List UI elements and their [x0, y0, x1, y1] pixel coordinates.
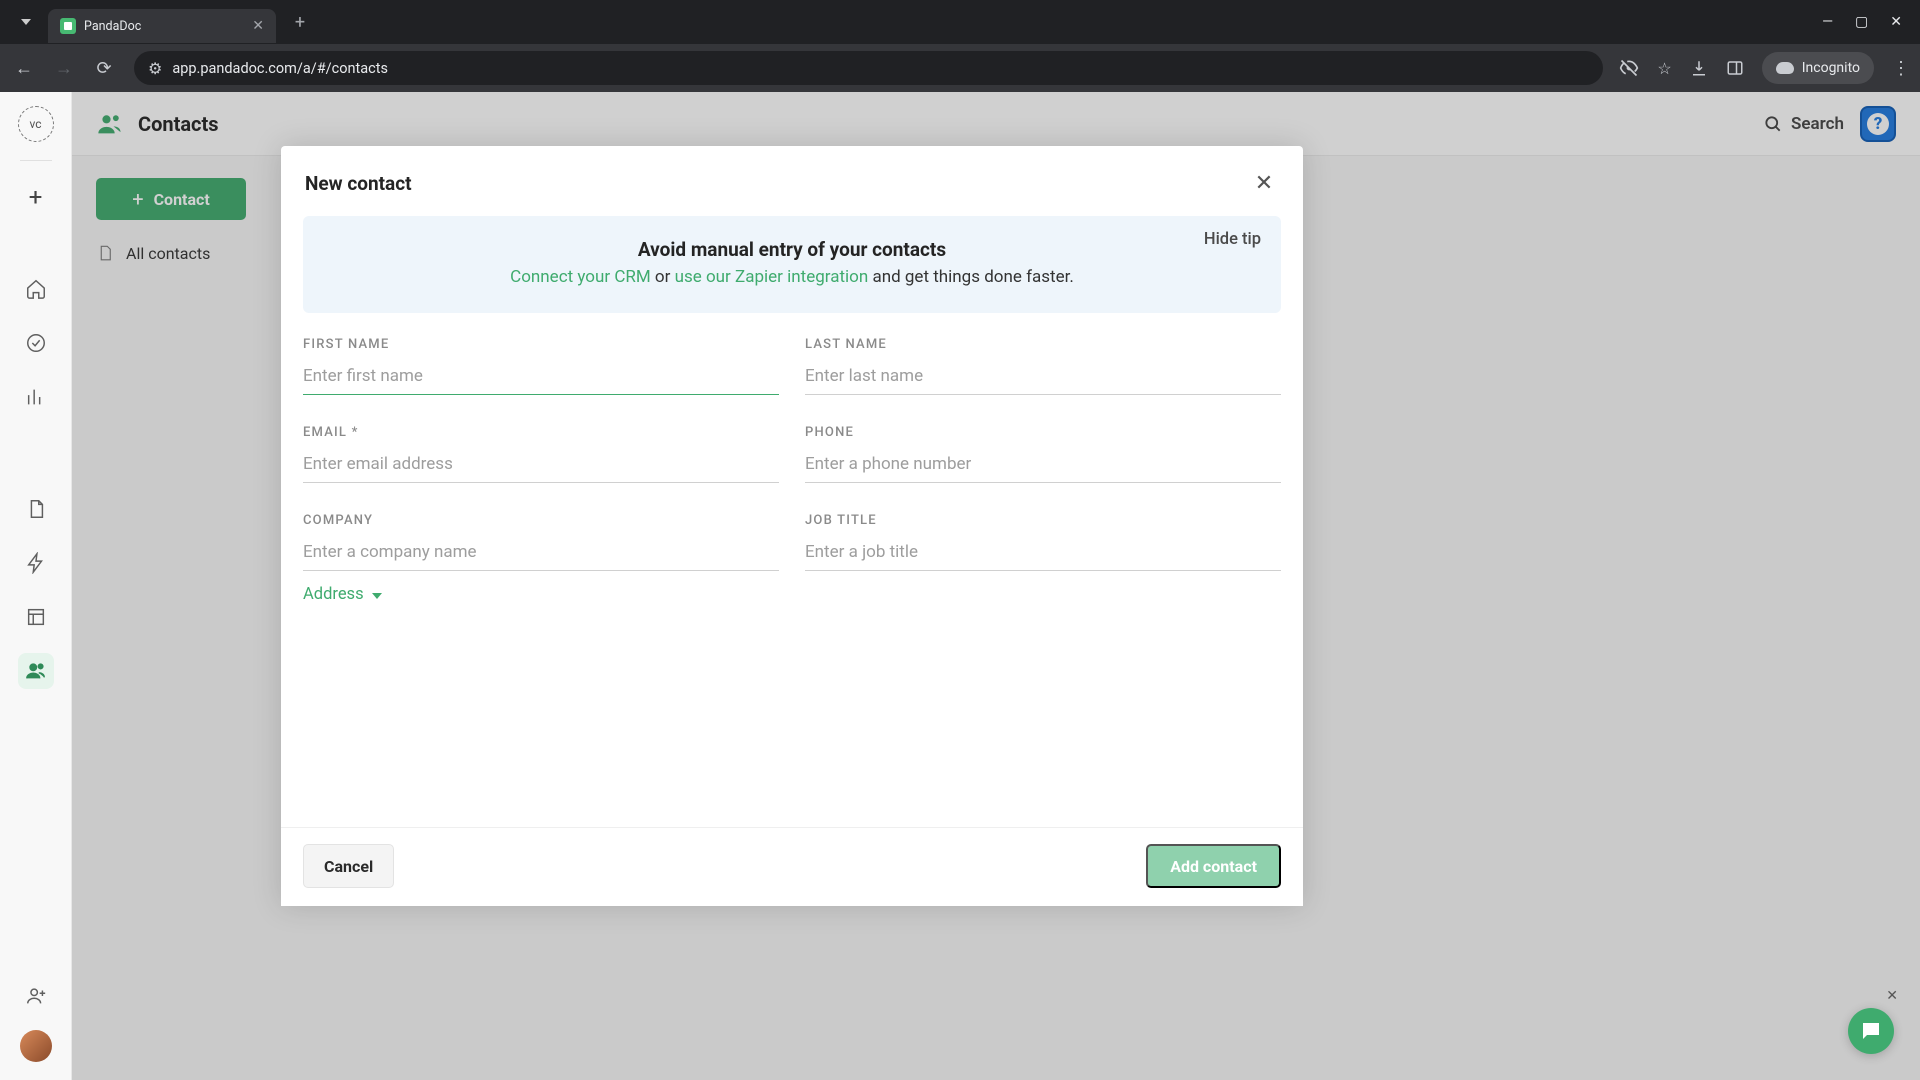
job-title-label: JOB TITLE — [805, 513, 1281, 528]
bookmark-star-icon[interactable]: ☆ — [1657, 59, 1671, 78]
hide-tip-button[interactable]: Hide tip — [1204, 230, 1261, 249]
first-name-input[interactable] — [303, 360, 779, 395]
zapier-link[interactable]: use our Zapier integration — [675, 267, 869, 287]
url-text: app.pandadoc.com/a/#/contacts — [172, 60, 388, 77]
chat-icon — [1859, 1019, 1883, 1043]
new-tab-button[interactable]: + — [286, 8, 314, 36]
incognito-chip[interactable]: Incognito — [1762, 52, 1874, 84]
job-title-field: JOB TITLE — [805, 513, 1281, 571]
side-panel-icon[interactable] — [1726, 59, 1744, 77]
app-sidebar: vc + — [0, 92, 72, 1080]
email-input[interactable] — [303, 448, 779, 483]
incognito-icon — [1776, 62, 1794, 74]
email-field: EMAIL * — [303, 425, 779, 483]
tab-title: PandaDoc — [84, 19, 244, 34]
address-bar[interactable]: ⚙ app.pandadoc.com/a/#/contacts — [134, 51, 1603, 85]
invite-team-icon[interactable] — [18, 978, 54, 1014]
incognito-label: Incognito — [1802, 60, 1860, 76]
chat-close-icon[interactable]: ✕ — [1886, 988, 1898, 1004]
tip-text-mid: or — [651, 267, 675, 287]
browser-menu-icon[interactable]: ⋮ — [1892, 58, 1910, 79]
contacts-icon[interactable] — [18, 653, 54, 689]
minimize-icon[interactable]: — — [1822, 14, 1833, 30]
tab-search-dropdown[interactable] — [4, 0, 48, 44]
modal-title: New contact — [305, 172, 412, 195]
browser-toolbar: ← → ⟳ ⚙ app.pandadoc.com/a/#/contacts ☆ … — [0, 44, 1920, 92]
company-field: COMPANY — [303, 513, 779, 571]
forward-button[interactable]: → — [50, 54, 78, 82]
address-expand-toggle[interactable]: Address — [281, 581, 1303, 604]
first-name-label: FIRST NAME — [303, 337, 779, 352]
sidebar-separator — [20, 160, 52, 161]
back-button[interactable]: ← — [10, 54, 38, 82]
eye-off-icon[interactable] — [1619, 58, 1639, 78]
close-tab-icon[interactable]: ✕ — [252, 18, 264, 34]
company-label: COMPANY — [303, 513, 779, 528]
window-controls: — ▢ ✕ — [1822, 14, 1920, 30]
phone-input[interactable] — [805, 448, 1281, 483]
automations-icon[interactable] — [18, 545, 54, 581]
tip-banner: Hide tip Avoid manual entry of your cont… — [303, 216, 1281, 313]
user-avatar[interactable] — [20, 1030, 52, 1062]
job-title-input[interactable] — [805, 536, 1281, 571]
main-content: Contacts Search ? + Contact All contacts… — [72, 92, 1920, 1080]
tip-text-tail: and get things done faster. — [868, 267, 1074, 287]
modal-header: New contact ✕ — [281, 146, 1303, 210]
email-label: EMAIL * — [303, 425, 779, 440]
close-window-icon[interactable]: ✕ — [1890, 14, 1902, 30]
templates-icon[interactable] — [18, 599, 54, 635]
site-settings-icon[interactable]: ⚙ — [148, 59, 162, 78]
app-root: vc + — [0, 92, 1920, 1080]
workspace-avatar[interactable]: vc — [18, 106, 54, 142]
reload-button[interactable]: ⟳ — [90, 54, 118, 82]
phone-label: PHONE — [805, 425, 1281, 440]
last-name-input[interactable] — [805, 360, 1281, 395]
add-contact-button[interactable]: Add contact — [1146, 844, 1281, 888]
last-name-field: LAST NAME — [805, 337, 1281, 395]
chat-bubble-button[interactable] — [1848, 1008, 1894, 1054]
documents-icon[interactable] — [18, 491, 54, 527]
create-new-icon[interactable]: + — [18, 179, 54, 215]
modal-footer: Cancel Add contact — [281, 827, 1303, 906]
cancel-button[interactable]: Cancel — [303, 844, 394, 888]
contact-form: FIRST NAME LAST NAME EMAIL * PHONE COMPA… — [281, 313, 1303, 581]
first-name-field: FIRST NAME — [303, 337, 779, 395]
pandadoc-favicon-icon — [60, 18, 76, 34]
chevron-down-icon — [372, 593, 382, 599]
close-modal-button[interactable]: ✕ — [1249, 168, 1279, 198]
company-input[interactable] — [303, 536, 779, 571]
downloads-icon[interactable] — [1690, 59, 1708, 77]
phone-field: PHONE — [805, 425, 1281, 483]
tasks-icon[interactable] — [18, 325, 54, 361]
tip-body: Connect your CRM or use our Zapier integ… — [325, 267, 1259, 287]
browser-tab[interactable]: PandaDoc ✕ — [48, 9, 276, 43]
browser-tab-strip: PandaDoc ✕ + — ▢ ✕ — [0, 0, 1920, 44]
address-toggle-label: Address — [303, 585, 364, 604]
home-icon[interactable] — [18, 271, 54, 307]
connect-crm-link[interactable]: Connect your CRM — [510, 267, 651, 287]
maximize-icon[interactable]: ▢ — [1855, 14, 1868, 30]
reports-icon[interactable] — [18, 379, 54, 415]
tip-headline: Avoid manual entry of your contacts — [325, 238, 1259, 261]
chevron-down-icon — [21, 19, 31, 25]
last-name-label: LAST NAME — [805, 337, 1281, 352]
new-contact-modal: New contact ✕ Hide tip Avoid manual entr… — [281, 146, 1303, 906]
